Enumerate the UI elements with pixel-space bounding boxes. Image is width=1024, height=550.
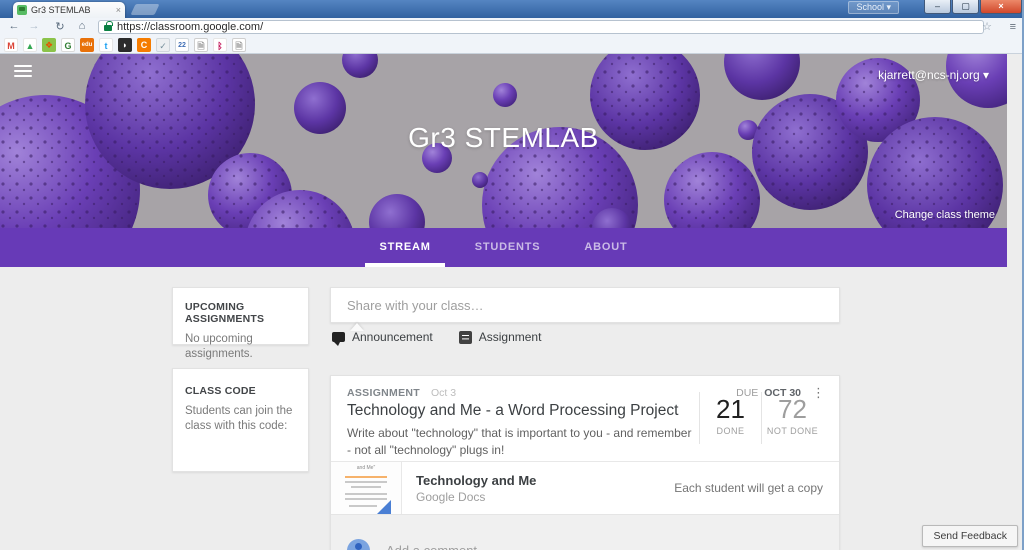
upcoming-assignments-card: UPCOMING ASSIGNMENTS No upcoming assignm… [172, 287, 309, 345]
stat-done[interactable]: 21 DONE [699, 392, 761, 444]
post-actions: Announcement Assignment [332, 330, 557, 344]
dark-app-icon[interactable]: ◗ [118, 38, 132, 52]
user-avatar [347, 539, 370, 550]
bookmark-star-icon[interactable]: ☆ [982, 20, 992, 33]
chrome-profile-button[interactable]: School ▾ [848, 1, 899, 14]
change-class-theme-link[interactable]: Change class theme [895, 209, 995, 221]
announcement-label: Announcement [352, 330, 433, 344]
url-bar[interactable]: https://classroom.google.com/ [98, 20, 984, 34]
photos-icon[interactable]: ❖ [42, 38, 56, 52]
home-icon[interactable]: ⌂ [74, 20, 90, 32]
new-tab-button[interactable] [130, 4, 159, 15]
doc-thumb-caption: and Me" [331, 465, 401, 471]
tab-title: Gr3 STEMLAB [31, 5, 112, 15]
assignment-head: ASSIGNMENT Oct 3 [347, 387, 456, 399]
announcement-button[interactable]: Announcement [332, 330, 433, 344]
class-code-title: CLASS CODE [185, 385, 296, 397]
assignment-type-label: ASSIGNMENT [347, 387, 420, 399]
assignment-stats: 21 DONE 72 NOT DONE [699, 392, 823, 444]
account-email-menu[interactable]: kjarrett@ncs-nj.org ▾ [878, 68, 989, 82]
numbers-icon[interactable]: 22 [175, 38, 189, 52]
browser-tab[interactable]: Gr3 STEMLAB × [13, 2, 125, 18]
c-app-icon[interactable]: C [137, 38, 151, 52]
done-count: 21 [700, 394, 761, 425]
minimize-button[interactable]: – [924, 0, 951, 14]
class-navbar: STREAM STUDENTS ABOUT [0, 228, 1007, 267]
class-code-card: CLASS CODE Students can join the class w… [172, 368, 309, 472]
share-with-class-input[interactable]: Share with your class… [330, 287, 840, 323]
attachment-title[interactable]: Technology and Me [416, 473, 536, 488]
window-controls: – ▢ × [923, 0, 1022, 14]
classroom-page: kjarrett@ncs-nj.org ▾ Gr3 STEMLAB Change… [0, 54, 1007, 550]
stat-not-done[interactable]: 72 NOT DONE [761, 392, 823, 444]
check-app-icon[interactable]: ✓ [156, 38, 170, 52]
share-placeholder: Share with your class… [347, 298, 484, 313]
maximize-button[interactable]: ▢ [952, 0, 979, 14]
assignment-button[interactable]: Assignment [459, 330, 542, 344]
gmail-icon[interactable]: M [4, 38, 18, 52]
tab-about[interactable]: ABOUT [562, 228, 649, 267]
hamburger-menu-icon[interactable] [14, 65, 32, 78]
https-lock-icon[interactable] [104, 25, 112, 31]
stream-content: UPCOMING ASSIGNMENTS No upcoming assignm… [0, 267, 1007, 550]
not-done-label: NOT DONE [762, 426, 823, 436]
page-icon[interactable]: 🗎 [194, 38, 208, 52]
tab-close-icon[interactable]: × [116, 5, 121, 15]
attachment-copy-note: Each student will get a copy [674, 481, 823, 495]
doc-thumbnail: and Me" [331, 462, 402, 514]
chrome-menu-icon[interactable]: ≡ [1010, 21, 1016, 33]
class-header-theme: kjarrett@ncs-nj.org ▾ Gr3 STEMLAB Change… [0, 54, 1007, 228]
assignment-post-date: Oct 3 [431, 387, 456, 399]
browser-titlebar: Gr3 STEMLAB × School ▾ – ▢ × [0, 0, 1024, 18]
close-button[interactable]: × [980, 0, 1022, 14]
comment-row[interactable]: Add a comment… [331, 514, 839, 550]
assignment-title-link[interactable]: Technology and Me - a Word Processing Pr… [347, 402, 678, 420]
classroom-favicon [17, 5, 27, 15]
upcoming-assignments-body: No upcoming assignments. [185, 332, 296, 362]
bookmarks-bar: M ▲ ❖ G edu t ◗ C ✓ 22 🗎 ᛒ 🗎 [0, 36, 1024, 54]
tab-students[interactable]: STUDENTS [453, 228, 563, 267]
assignment-label: Assignment [479, 330, 542, 344]
back-icon[interactable]: ← [6, 20, 22, 32]
doc-fold-corner [377, 500, 391, 514]
send-feedback-button[interactable]: Send Feedback [922, 525, 1018, 547]
announcement-icon [332, 332, 345, 342]
attachment-row[interactable]: and Me" Technology and Me Google Docs Ea… [331, 461, 839, 514]
browser-window: Gr3 STEMLAB × School ▾ – ▢ × ← → ↻ ⌂ htt… [0, 0, 1024, 550]
url-text[interactable]: https://classroom.google.com/ [117, 21, 263, 33]
edu-icon[interactable]: edu [80, 38, 94, 52]
class-title: Gr3 STEMLAB [0, 122, 1007, 154]
add-comment-placeholder: Add a comment… [386, 543, 490, 550]
assignment-description: Write about "technology" that is importa… [347, 425, 695, 459]
tab-stream[interactable]: STREAM [357, 228, 452, 267]
not-done-count: 72 [762, 394, 823, 425]
browser-toolbar: ← → ↻ ⌂ https://classroom.google.com/ ☆ … [0, 18, 1024, 36]
color-app-icon[interactable]: ᛒ [213, 38, 227, 52]
reload-icon[interactable]: ↻ [52, 20, 68, 33]
done-label: DONE [700, 426, 761, 436]
twitter-icon[interactable]: t [99, 38, 113, 52]
page-icon-2[interactable]: 🗎 [232, 38, 246, 52]
class-code-body: Students can join the class with this co… [185, 404, 296, 434]
assignment-icon [459, 331, 472, 344]
attachment-type: Google Docs [416, 490, 536, 504]
upcoming-assignments-title: UPCOMING ASSIGNMENTS [185, 301, 296, 325]
drive-icon[interactable]: ▲ [23, 38, 37, 52]
assignment-post-card: ASSIGNMENT Oct 3 DUE OCT 30 ⋮ Technology… [330, 375, 840, 550]
google-icon[interactable]: G [61, 38, 75, 52]
attachment-meta: Technology and Me Google Docs [416, 473, 536, 504]
forward-icon[interactable]: → [26, 20, 42, 32]
